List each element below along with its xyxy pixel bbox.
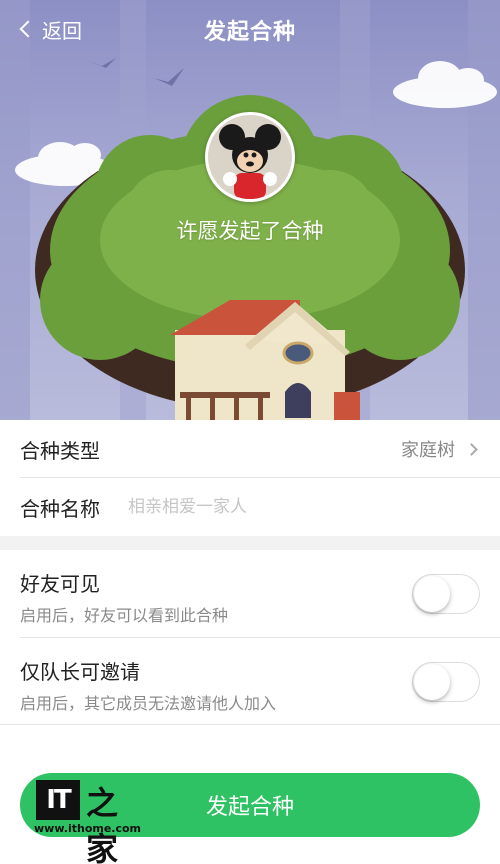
toggle-knob — [414, 576, 450, 612]
captain-invite-subtitle: 启用后，其它成员无法邀请他人加入 — [20, 694, 277, 713]
plant-name-input[interactable] — [128, 497, 428, 517]
captain-invite-toggle[interactable] — [412, 662, 480, 702]
tree-house-scene — [0, 0, 500, 420]
friends-visible-toggle[interactable] — [412, 574, 480, 614]
navigation-bar: 返回 发起合种 — [0, 0, 500, 58]
ithome-logo-zhi: 之家 — [86, 784, 119, 864]
plant-name-label: 合种名称 — [20, 496, 100, 521]
page-title: 发起合种 — [203, 20, 296, 45]
bird-icon — [86, 58, 116, 68]
ithome-watermark: IT 之家 www.ithome.com — [34, 780, 144, 864]
ithome-logo: IT — [36, 780, 80, 820]
friends-visible-row: 好友可见 启用后，好友可以看到此合种 — [0, 550, 500, 636]
captain-invite-row: 仅队长可邀请 启用后，其它成员无法邀请他人加入 — [0, 638, 500, 724]
divider — [0, 724, 500, 725]
chevron-right-icon — [465, 442, 478, 456]
friends-visible-subtitle: 启用后，好友可以看到此合种 — [20, 606, 229, 625]
plant-type-text: 家庭树 — [401, 440, 455, 461]
plant-name-row: 合种名称 — [0, 478, 500, 536]
hero-caption: 许愿发起了合种 — [176, 219, 324, 243]
bird-icon — [154, 68, 184, 86]
captain-invite-title: 仅队长可邀请 — [20, 660, 140, 684]
avatar — [205, 112, 295, 202]
plant-type-value: 家庭树 — [401, 436, 480, 462]
section-gap — [0, 536, 500, 550]
friends-visible-title: 好友可见 — [20, 572, 100, 596]
ithome-url: www.ithome.com — [34, 822, 142, 835]
plant-type-row[interactable]: 合种类型 家庭树 — [0, 420, 500, 478]
toggle-knob — [414, 664, 450, 700]
mickey-avatar-icon — [208, 115, 292, 199]
plant-type-label: 合种类型 — [20, 438, 100, 463]
hero-illustration: 返回 发起合种 许愿发起了合种 — [0, 0, 500, 420]
